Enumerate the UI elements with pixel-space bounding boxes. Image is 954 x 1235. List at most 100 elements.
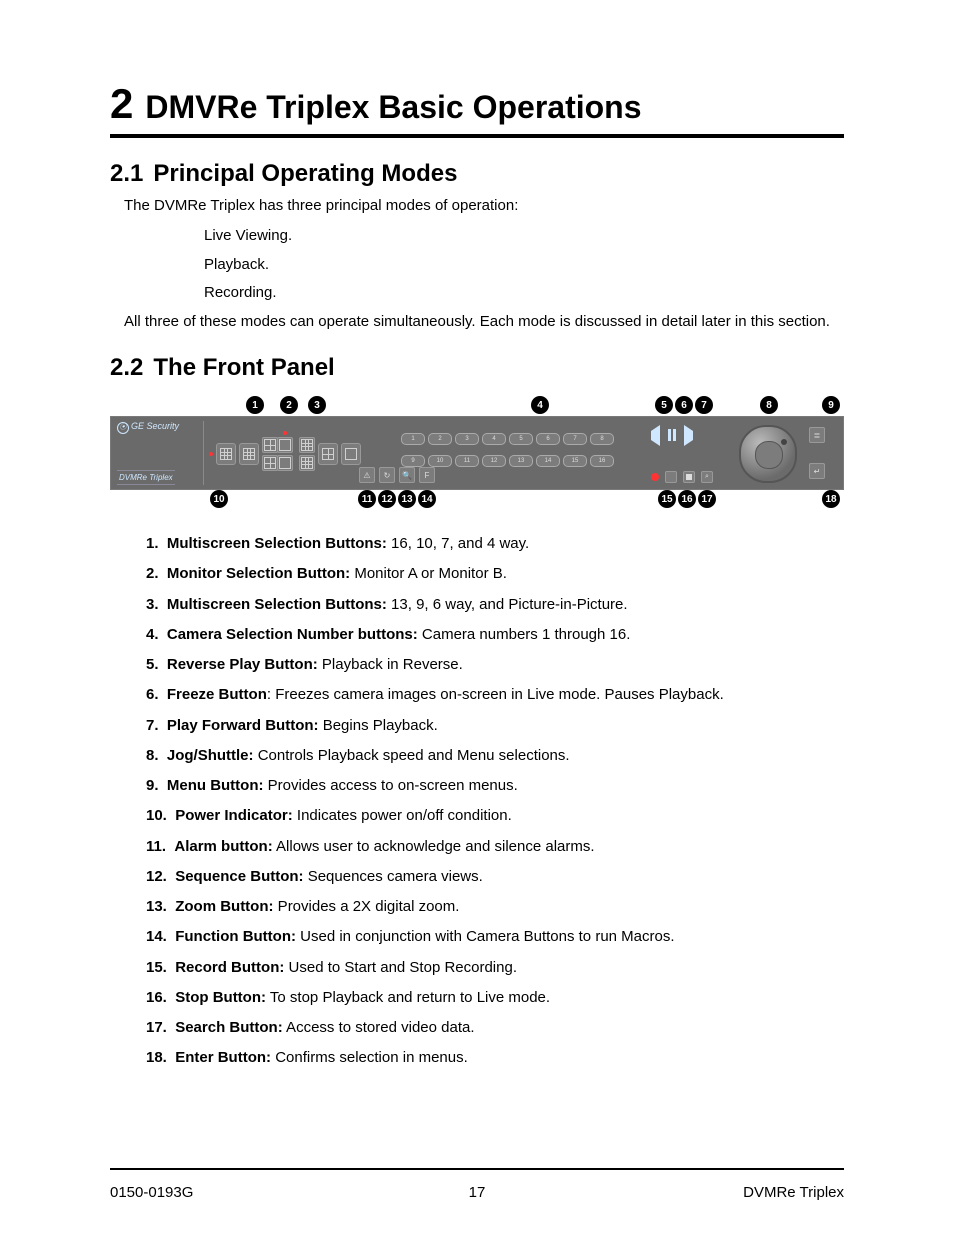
- camera-button[interactable]: 2: [428, 433, 452, 445]
- camera-button[interactable]: 6: [536, 433, 560, 445]
- camera-button[interactable]: 9: [401, 455, 425, 467]
- camera-button[interactable]: 1: [401, 433, 425, 445]
- front-panel: ⦿GE Security DVMRe Triplex: [110, 416, 844, 490]
- def-desc: Confirms selection in menus.: [271, 1049, 468, 1066]
- callout-13: 13: [398, 490, 416, 508]
- callout-4: 4: [531, 396, 549, 414]
- def-num: 13.: [146, 898, 167, 915]
- sequence-button[interactable]: ↻: [379, 467, 395, 483]
- def-desc: Controls Playback speed and Menu selecti…: [254, 747, 570, 764]
- record-button[interactable]: [665, 471, 677, 483]
- monitor-a-button[interactable]: [277, 437, 293, 453]
- enter-button[interactable]: ↵: [809, 463, 825, 479]
- grid7-icon: [264, 439, 276, 451]
- zoom-button[interactable]: 🔍: [399, 467, 415, 483]
- alarm-button[interactable]: ⚠: [359, 467, 375, 483]
- utility-buttons: ⚠ ↻ 🔍 F: [359, 467, 435, 483]
- camera-button[interactable]: 7: [563, 433, 587, 445]
- def-desc: Used to Start and Stop Recording.: [284, 959, 517, 976]
- camera-button[interactable]: 11: [455, 455, 479, 467]
- camera-button[interactable]: 15: [563, 455, 587, 467]
- callout-11: 11: [358, 490, 376, 508]
- callout-17: 17: [698, 490, 716, 508]
- def-num: 6.: [146, 686, 159, 703]
- camera-button[interactable]: 10: [428, 455, 452, 467]
- definition-item: 15. Record Button: Used to Start and Sto…: [146, 958, 844, 978]
- definition-item: 8. Jog/Shuttle: Controls Playback speed …: [146, 746, 844, 766]
- def-term: Power Indicator:: [175, 807, 293, 824]
- model-label: DVMRe Triplex: [117, 470, 175, 485]
- multiscreen-16-button[interactable]: [216, 443, 236, 465]
- def-num: 7.: [146, 717, 159, 734]
- multiscreen-6-button[interactable]: [318, 443, 338, 465]
- definition-item: 1. Multiscreen Selection Buttons: 16, 10…: [146, 534, 844, 554]
- zoom-icon: 🔍: [402, 471, 412, 480]
- def-term: Menu Button:: [167, 777, 264, 794]
- def-desc: Access to stored video data.: [283, 1019, 475, 1036]
- alarm-icon: ⚠: [363, 471, 370, 480]
- definition-item: 17. Search Button: Access to stored vide…: [146, 1018, 844, 1038]
- list-item: Recording.: [204, 279, 844, 308]
- multiscreen-4-button[interactable]: [262, 455, 278, 471]
- search-button[interactable]: ⌕: [701, 471, 713, 483]
- def-desc: Begins Playback.: [319, 717, 438, 734]
- monitor-a-icon: [279, 439, 291, 451]
- function-button[interactable]: F: [419, 467, 435, 483]
- camera-button[interactable]: 16: [590, 455, 614, 467]
- callout-15: 15: [658, 490, 676, 508]
- def-num: 3.: [146, 596, 159, 613]
- multiscreen-stack: [262, 437, 278, 471]
- camera-button[interactable]: 12: [482, 455, 506, 467]
- camera-button[interactable]: 5: [509, 433, 533, 445]
- power-led-icon: [209, 452, 213, 456]
- camera-button[interactable]: 8: [590, 433, 614, 445]
- enter-icon: ↵: [814, 467, 821, 476]
- multiscreen-7-button[interactable]: [262, 437, 278, 453]
- pip-button[interactable]: [341, 443, 361, 465]
- definition-list: 1. Multiscreen Selection Buttons: 16, 10…: [126, 534, 844, 1069]
- brand-label: ⦿GE Security: [117, 421, 179, 434]
- monitor-b-icon: [279, 457, 291, 469]
- def-term: Multiscreen Selection Buttons:: [167, 596, 387, 613]
- grid16-icon: [220, 448, 232, 460]
- def-num: 4.: [146, 626, 159, 643]
- multiscreen-10-button[interactable]: [239, 443, 259, 465]
- menu-button[interactable]: ≣: [809, 427, 825, 443]
- callout-1: 1: [246, 396, 264, 414]
- camera-button[interactable]: 14: [536, 455, 560, 467]
- pip-icon: [345, 448, 357, 460]
- def-term: Stop Button:: [175, 989, 266, 1006]
- section-closing: All three of these modes can operate sim…: [124, 312, 844, 332]
- def-term: Jog/Shuttle:: [167, 747, 254, 764]
- playback-cluster: [651, 429, 693, 441]
- camera-button[interactable]: 4: [482, 433, 506, 445]
- definition-item: 12. Sequence Button: Sequences camera vi…: [146, 867, 844, 887]
- def-num: 5.: [146, 656, 159, 673]
- reverse-play-button[interactable]: [651, 431, 660, 440]
- definition-item: 18. Enter Button: Confirms selection in …: [146, 1048, 844, 1068]
- def-num: 1.: [146, 535, 159, 552]
- definition-item: 6. Freeze Button: Freezes camera images …: [146, 685, 844, 705]
- monitor-b-button[interactable]: [277, 455, 293, 471]
- camera-button[interactable]: 3: [455, 433, 479, 445]
- def-num: 15.: [146, 959, 167, 976]
- def-term: Enter Button:: [175, 1049, 271, 1066]
- grid4-icon: [264, 457, 276, 469]
- stop-button[interactable]: [683, 471, 695, 483]
- freeze-button[interactable]: [668, 429, 676, 441]
- jog-shuttle[interactable]: [739, 425, 797, 483]
- stop-icon: [686, 474, 692, 480]
- multiscreen-group-a: [209, 437, 278, 471]
- def-desc: 13, 9, 6 way, and Picture-in-Picture.: [387, 596, 628, 613]
- definition-item: 10. Power Indicator: Indicates power on/…: [146, 806, 844, 826]
- camera-button[interactable]: 13: [509, 455, 533, 467]
- camera-row-top: 1 2 3 4 5 6 7 8: [401, 433, 614, 445]
- jog-indicator-icon: [781, 439, 787, 445]
- chapter-number: 2: [110, 80, 133, 128]
- def-term: Camera Selection Number buttons:: [167, 626, 418, 643]
- multiscreen-9-button[interactable]: [299, 455, 315, 471]
- def-term: Function Button:: [175, 928, 296, 945]
- play-forward-button[interactable]: [684, 431, 693, 440]
- multiscreen-13-button[interactable]: [299, 437, 315, 453]
- footer-rule: [110, 1168, 844, 1170]
